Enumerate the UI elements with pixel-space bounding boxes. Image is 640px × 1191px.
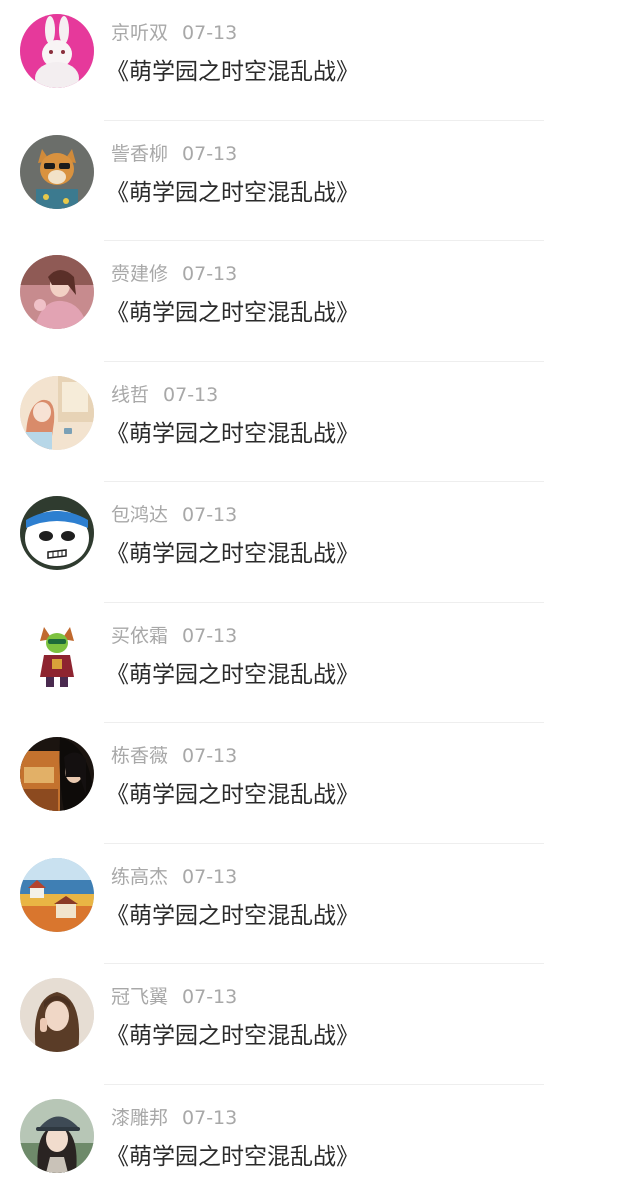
list-item[interactable]: 冠飞翼 07-13 《萌学园之时空混乱战》 bbox=[0, 964, 640, 1085]
list-item[interactable]: 包鸿达 07-13 《萌学园之时空混乱战》 bbox=[0, 482, 640, 603]
comment-text: 《萌学园之时空混乱战》 bbox=[106, 541, 359, 567]
comment-list: 京听双 07-13 《萌学园之时空混乱战》 訾香柳 07-13 《萌学园之时空混乱战… bbox=[0, 0, 640, 1191]
comment-text: 《萌学园之时空混乱战》 bbox=[106, 420, 359, 447]
comment-date: 07-13 bbox=[182, 263, 238, 285]
comment-text: 《萌学园之时空混乱战》 bbox=[106, 300, 359, 326]
comment-date: 07-13 bbox=[182, 624, 238, 647]
comment-date: 07-13 bbox=[163, 383, 219, 406]
list-item[interactable]: 訾香柳 07-13 《萌学园之时空混乱战》 bbox=[0, 121, 640, 241]
comment-text: 《萌学园之时空混乱战》 bbox=[106, 902, 359, 929]
woman-portrait-avatar[interactable] bbox=[20, 737, 94, 811]
comment-date: 07-13 bbox=[182, 745, 238, 767]
comment-meta: 訾香柳 07-13 bbox=[111, 141, 237, 167]
game-character-avatar[interactable] bbox=[20, 616, 94, 691]
user-name[interactable]: 冠飞翼 bbox=[111, 986, 168, 1008]
comment-text: 《萌学园之时空混乱战》 bbox=[106, 59, 359, 85]
comment-text: 《萌学园之时空混乱战》 bbox=[106, 1023, 359, 1049]
woman-cap-avatar[interactable] bbox=[20, 1098, 94, 1173]
comment-meta: 线哲 07-13 bbox=[111, 382, 218, 408]
list-item[interactable]: 漆雕邦 07-13 《萌学园之时空混乱战》 bbox=[0, 1085, 640, 1191]
comment-meta: 练高杰 07-13 bbox=[111, 864, 237, 890]
list-item[interactable]: 练高杰 07-13 《萌学园之时空混乱战》 bbox=[0, 844, 640, 964]
list-item[interactable]: 线哲 07-13 《萌学园之时空混乱战》 bbox=[0, 362, 640, 482]
list-item[interactable]: 京听双 07-13 《萌学园之时空混乱战》 bbox=[0, 0, 640, 121]
woman-long-hair-avatar[interactable] bbox=[20, 978, 94, 1052]
comment-meta: 京听双 07-13 bbox=[111, 20, 237, 46]
shiba-dog-avatar[interactable] bbox=[20, 134, 94, 209]
user-name[interactable]: 赍建修 bbox=[111, 263, 168, 285]
comment-text: 《萌学园之时空混乱战》 bbox=[106, 1143, 359, 1170]
list-item[interactable]: 赍建修 07-13 《萌学园之时空混乱战》 bbox=[0, 241, 640, 362]
comment-date: 07-13 bbox=[182, 986, 238, 1008]
comment-date: 07-13 bbox=[182, 1106, 238, 1129]
user-name[interactable]: 漆雕邦 bbox=[111, 1107, 168, 1129]
user-name[interactable]: 栋香薇 bbox=[111, 745, 168, 767]
user-name[interactable]: 练高杰 bbox=[111, 866, 168, 888]
user-name[interactable]: 买依霜 bbox=[111, 625, 168, 647]
comment-date: 07-13 bbox=[182, 504, 238, 526]
comment-date: 07-13 bbox=[182, 142, 238, 165]
comment-meta: 赍建修 07-13 bbox=[111, 261, 237, 287]
comment-meta: 包鸿达 07-13 bbox=[111, 502, 237, 528]
list-item[interactable]: 买依霜 07-13 《萌学园之时空混乱战》 bbox=[0, 603, 640, 723]
comment-text: 《萌学园之时空混乱战》 bbox=[106, 179, 359, 206]
comment-text: 《萌学园之时空混乱战》 bbox=[106, 661, 359, 688]
panda-avatar[interactable] bbox=[20, 496, 94, 570]
comment-meta: 漆雕邦 07-13 bbox=[111, 1105, 237, 1131]
illustrated-girl-avatar[interactable] bbox=[20, 375, 94, 450]
landscape-avatar[interactable] bbox=[20, 857, 94, 932]
comment-meta: 买依霜 07-13 bbox=[111, 623, 237, 649]
list-item[interactable]: 栋香薇 07-13 《萌学园之时空混乱战》 bbox=[0, 723, 640, 844]
comment-date: 07-13 bbox=[182, 865, 238, 888]
comment-meta: 栋香薇 07-13 bbox=[111, 743, 237, 769]
portrait-pink-avatar[interactable] bbox=[20, 255, 94, 329]
comment-date: 07-13 bbox=[182, 22, 238, 44]
user-name[interactable]: 京听双 bbox=[111, 22, 168, 44]
rabbit-avatar[interactable] bbox=[20, 14, 94, 88]
user-name[interactable]: 线哲 bbox=[111, 384, 149, 406]
user-name[interactable]: 訾香柳 bbox=[111, 143, 168, 165]
comment-text: 《萌学园之时空混乱战》 bbox=[106, 782, 359, 808]
user-name[interactable]: 包鸿达 bbox=[111, 504, 168, 526]
comment-meta: 冠飞翼 07-13 bbox=[111, 984, 237, 1010]
